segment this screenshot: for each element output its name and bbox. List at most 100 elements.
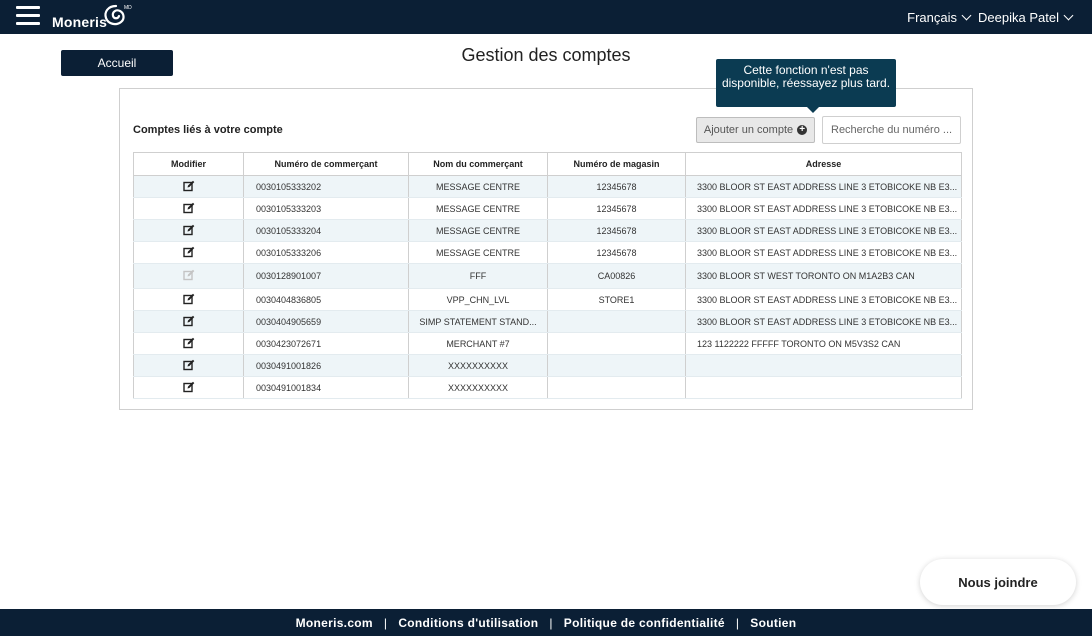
column-header-merchant-name[interactable]: Nom du commerçant [408,152,548,176]
merchant-name-cell: VPP_CHN_LVL [408,288,548,311]
table-row: 0030105333204 MESSAGE CENTRE 12345678 3300 … [133,219,962,242]
edit-cell [133,332,244,355]
column-header-address[interactable]: Adresse [685,152,962,176]
merchant-number-cell: 0030423072671 [243,332,409,355]
table-row: 0030491001834 XXXXXXXXXX [133,376,962,399]
address-cell: 3300 BLOOR ST EAST ADDRESS LINE 3 ETOBIC… [685,310,962,333]
edit-cell [133,310,244,333]
table-row: 0030404905659 SIMP STATEMENT STAND... 3300… [133,310,962,333]
merchant-number-cell: 0030491001834 [243,376,409,399]
table-row: 0030423072671 MERCHANT #7 123 1122222 FFFF… [133,332,962,355]
merchant-number-cell: 0030105333202 [243,175,409,198]
merchant-number-cell: 0030105333204 [243,219,409,242]
column-header-merchant-number[interactable]: Numéro de commerçant [243,152,409,176]
edit-cell [133,241,244,264]
store-number-cell: 12345678 [547,197,686,220]
edit-disabled-icon [182,269,195,283]
edit-icon[interactable] [182,381,195,395]
table-row: 0030128901007 FFF CA00826 3300 BLOOR ST WES… [133,263,962,289]
user-name: Deepika Patel [978,10,1059,25]
edit-icon[interactable] [182,224,195,238]
column-header-store-number[interactable]: Numéro de magasin [547,152,686,176]
footer-separator: | [735,615,740,630]
footer-link-terms[interactable]: Conditions d'utilisation [398,616,538,630]
edit-icon[interactable] [182,337,195,351]
edit-cell [133,263,244,289]
address-cell: 3300 BLOOR ST EAST ADDRESS LINE 3 ETOBIC… [685,197,962,220]
edit-cell [133,288,244,311]
edit-cell [133,219,244,242]
address-cell: 3300 BLOOR ST EAST ADDRESS LINE 3 ETOBIC… [685,288,962,311]
address-cell: 123 1122222 FFFFF TORONTO ON M5V3S2 CAN [685,332,962,355]
add-account-button[interactable]: Ajouter un compte + [696,117,815,143]
merchant-number-cell: 0030404836805 [243,288,409,311]
merchant-number-cell: 0030105333206 [243,241,409,264]
merchant-number-cell: 0030128901007 [243,263,409,289]
menu-icon[interactable] [16,6,40,26]
edit-cell [133,376,244,399]
svg-text:MD: MD [124,5,132,11]
edit-cell [133,175,244,198]
address-cell: 3300 BLOOR ST EAST ADDRESS LINE 3 ETOBIC… [685,241,962,264]
store-number-cell: 12345678 [547,175,686,198]
table-row: 0030105333203 MESSAGE CENTRE 12345678 3300 … [133,197,962,220]
merchant-name-cell: SIMP STATEMENT STAND... [408,310,548,333]
unavailable-tooltip: Cette fonction n'est pas disponible, rée… [716,59,896,113]
merchant-name-cell: MESSAGE CENTRE [408,219,548,242]
address-cell: 3300 BLOOR ST EAST ADDRESS LINE 3 ETOBIC… [685,175,962,198]
edit-cell [133,354,244,377]
column-header-modifier: Modifier [133,152,244,176]
store-number-cell: 12345678 [547,241,686,264]
accounts-table: Modifier Numéro de commerçant Nom du com… [133,152,962,399]
footer-link-privacy[interactable]: Politique de confidentialité [564,616,725,630]
chevron-down-icon [961,10,972,21]
chevron-down-icon [1063,10,1074,21]
contact-us-button[interactable]: Nous joindre [920,559,1076,605]
edit-icon[interactable] [182,202,195,216]
brand-name: Moneris [52,14,108,30]
merchant-name-cell: FFF [408,263,548,289]
store-number-cell [547,310,686,333]
page-title: Gestion des comptes [461,45,631,65]
language-label: Français [907,10,957,25]
edit-icon[interactable] [182,246,195,260]
address-cell: 3300 BLOOR ST EAST ADDRESS LINE 3 ETOBIC… [685,219,962,242]
table-header-row: Modifier Numéro de commerçant Nom du com… [133,152,962,176]
merchant-name-cell: MESSAGE CENTRE [408,175,548,198]
merchant-name-cell: MESSAGE CENTRE [408,241,548,264]
table-row: 0030105333202 MESSAGE CENTRE 12345678 3300 … [133,175,962,198]
edit-cell [133,197,244,220]
address-cell [685,354,962,377]
address-cell: 3300 BLOOR ST WEST TORONTO ON M1A2B3 CAN [685,263,962,289]
user-menu[interactable]: Deepika Patel [978,10,1074,25]
table-row: 0030491001826 XXXXXXXXXX [133,354,962,377]
merchant-name-cell: MESSAGE CENTRE [408,197,548,220]
moneris-swirl-icon: MD [104,4,132,26]
merchant-name-cell: XXXXXXXXXX [408,354,548,377]
language-selector[interactable]: Français [907,10,972,25]
store-number-cell [547,354,686,377]
search-input[interactable] [822,116,961,144]
edit-icon[interactable] [182,180,195,194]
footer-separator: | [383,615,388,630]
edit-icon[interactable] [182,293,195,307]
edit-icon[interactable] [182,359,195,373]
merchant-number-cell: 0030404905659 [243,310,409,333]
footer-link-support[interactable]: Soutien [750,616,796,630]
footer-link-moneris[interactable]: Moneris.com [296,616,373,630]
linked-accounts-label: Comptes liés à votre compte [133,124,283,136]
add-account-label: Ajouter un compte [703,124,794,136]
merchant-number-cell: 0030105333203 [243,197,409,220]
table-row: 0030404836805 VPP_CHN_LVL STORE1 3300 BLOOR… [133,288,962,311]
plus-circle-icon: + [797,125,808,135]
store-number-cell [547,376,686,399]
top-navbar: Moneris MD Français Deepika Patel [0,0,1092,34]
footer-separator: | [549,615,553,630]
store-number-cell: STORE1 [547,288,686,311]
table-row: 0030105333206 MESSAGE CENTRE 12345678 3300 … [133,241,962,264]
merchant-name-cell: MERCHANT #7 [408,332,548,355]
store-number-cell: CA00826 [547,263,686,289]
edit-icon[interactable] [182,315,195,329]
merchant-number-cell: 0030491001826 [243,354,409,377]
store-number-cell: 12345678 [547,219,686,242]
